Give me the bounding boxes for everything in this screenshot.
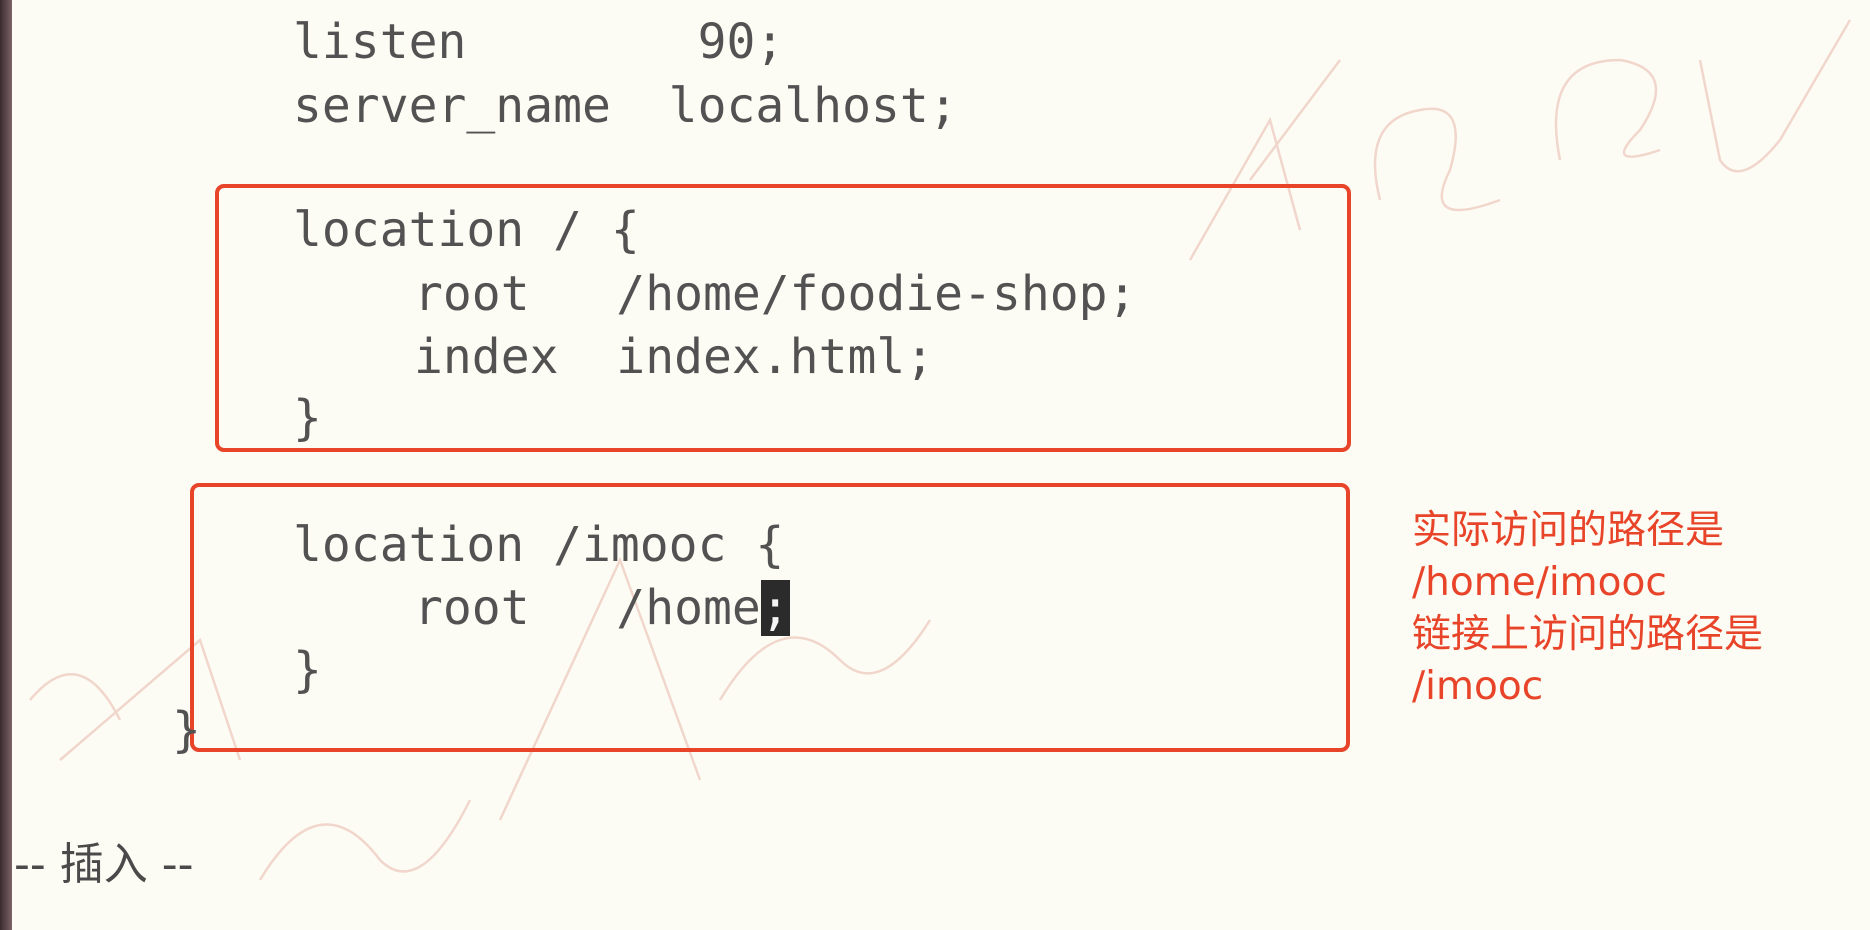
annotation-line: /imooc	[1412, 664, 1544, 709]
annotation-line: 链接上访问的路径是	[1412, 612, 1764, 657]
code-line: server_name localhost;	[293, 78, 958, 134]
code-line: }	[293, 390, 322, 446]
code-line: }	[293, 642, 322, 698]
code-line: location / {	[293, 202, 640, 258]
code-editor[interactable]: listen 90; server_name localhost; locati…	[0, 0, 1870, 930]
path-annotation: 实际访问的路径是 /home/imooc 链接上访问的路径是 /imooc	[1412, 505, 1862, 713]
code-line: index index.html;	[414, 329, 935, 385]
vim-mode-indicator: -- 插入 --	[14, 839, 194, 890]
text-cursor: ;	[760, 580, 790, 636]
code-line: location /imooc {	[293, 517, 785, 573]
code-text: root /home	[414, 580, 761, 636]
code-line: listen 90;	[293, 14, 785, 70]
code-line: root /home/foodie-shop;	[414, 266, 1137, 322]
annotation-line: /home/imooc	[1412, 560, 1667, 605]
annotation-line: 实际访问的路径是	[1412, 508, 1725, 553]
code-line: root /home;	[414, 578, 790, 638]
code-line: }	[172, 702, 201, 758]
